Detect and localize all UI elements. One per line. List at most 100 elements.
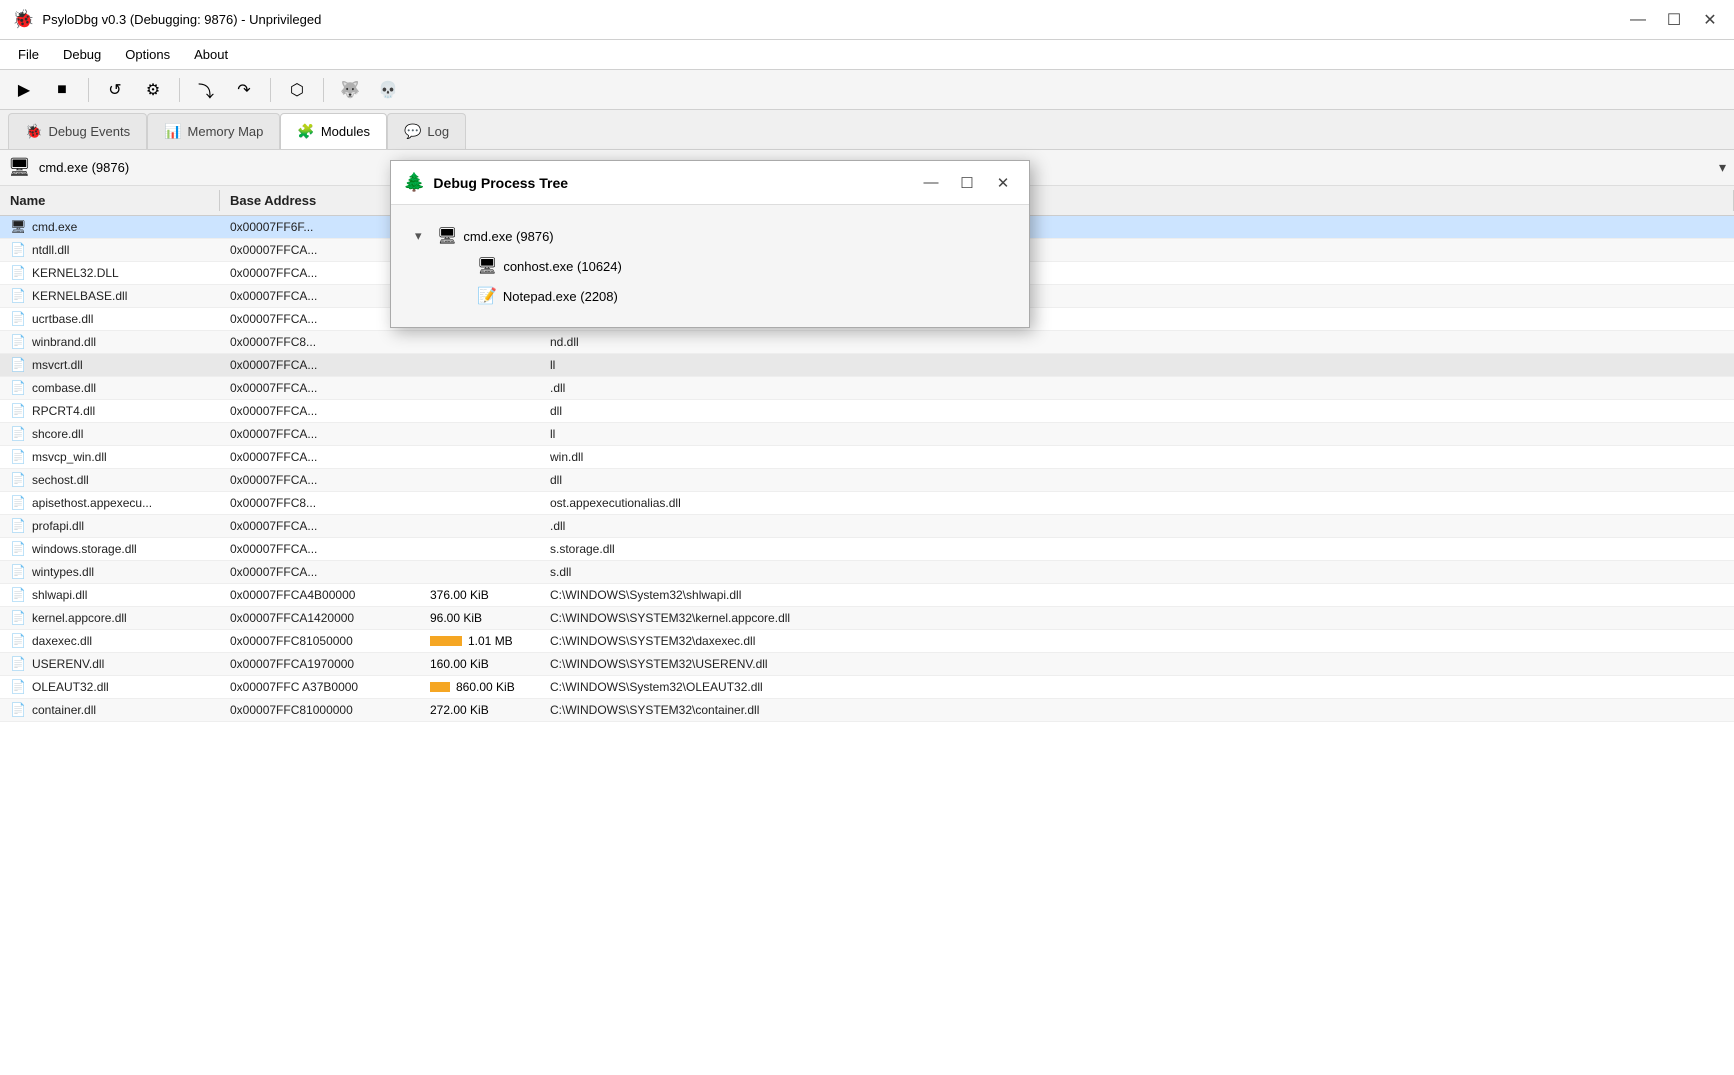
wolf-button[interactable]: 🐺 <box>334 75 366 105</box>
cell-base-address: 0x00007FFCA... <box>220 378 420 398</box>
dialog-close-button[interactable]: ✕ <box>989 171 1017 195</box>
row-icon: 📄 <box>10 541 28 557</box>
row-icon: 📄 <box>10 403 28 419</box>
table-row[interactable]: 📄msvcrt.dll0x00007FFCA...ll <box>0 354 1734 377</box>
menu-debug[interactable]: Debug <box>53 44 111 65</box>
settings-button[interactable]: ⚙ <box>137 75 169 105</box>
table-row[interactable]: 📄windows.storage.dll0x00007FFCA...s.stor… <box>0 538 1734 561</box>
cell-path: .dll <box>540 516 1734 536</box>
tab-debug-events[interactable]: 🐞 Debug Events <box>8 113 147 149</box>
cell-size <box>420 431 540 437</box>
tab-log[interactable]: 💬 Log <box>387 113 466 149</box>
table-row[interactable]: 📄daxexec.dll0x00007FFC810500001.01 MBC:\… <box>0 630 1734 653</box>
table-row[interactable]: 📄winbrand.dll0x00007FFC8...nd.dll <box>0 331 1734 354</box>
cell-name: 📄RPCRT4.dll <box>0 400 220 422</box>
cell-path: ll <box>540 424 1734 444</box>
close-button[interactable]: ✕ <box>1698 8 1722 32</box>
cell-path: C:\WINDOWS\System32\shlwapi.dll <box>540 585 1734 605</box>
table-row[interactable]: 📄sechost.dll0x00007FFCA...dll <box>0 469 1734 492</box>
dialog-title-bar: 🌲 Debug Process Tree — ☐ ✕ <box>391 161 1029 205</box>
size-bar-indicator <box>430 682 450 692</box>
menu-about[interactable]: About <box>184 44 238 65</box>
row-icon: 📄 <box>10 334 28 350</box>
menu-options[interactable]: Options <box>115 44 180 65</box>
cell-name: 📄ntdll.dll <box>0 239 220 261</box>
step-over-button[interactable]: ↷ <box>228 75 260 105</box>
cell-size <box>420 569 540 575</box>
title-bar: 🐞 PsyloDbg v0.3 (Debugging: 9876) - Unpr… <box>0 0 1734 40</box>
cell-size <box>420 500 540 506</box>
table-row[interactable]: 📄shcore.dll0x00007FFCA...ll <box>0 423 1734 446</box>
tree-cmd-icon: 🖥 <box>437 226 457 246</box>
cell-size <box>420 477 540 483</box>
tree-item-notepad[interactable]: ▾ 📝 Notepad.exe (2208) <box>447 281 1013 311</box>
row-icon: 📄 <box>10 633 28 649</box>
table-row[interactable]: 📄kernel.appcore.dll0x00007FFCA142000096.… <box>0 607 1734 630</box>
table-row[interactable]: 📄apisethost.appexecu...0x00007FFC8...ost… <box>0 492 1734 515</box>
col-name[interactable]: Name <box>0 190 220 211</box>
log-icon: 💬 <box>404 123 421 140</box>
row-icon: 📄 <box>10 610 28 626</box>
cell-name: 📄msvcrt.dll <box>0 354 220 376</box>
cell-size <box>420 385 540 391</box>
tree-notepad-label: Notepad.exe (2208) <box>503 289 618 304</box>
cell-base-address: 0x00007FFCA... <box>220 424 420 444</box>
tree-item-cmd[interactable]: ▾ 🖥 cmd.exe (9876) <box>407 221 1013 251</box>
process-icon: 🖥 <box>8 157 31 178</box>
row-icon: 📄 <box>10 495 28 511</box>
dialog-minimize-button[interactable]: — <box>917 171 945 195</box>
minimize-button[interactable]: — <box>1626 8 1650 32</box>
tree-item-conhost[interactable]: ▾ 🖥 conhost.exe (10624) <box>447 251 1013 281</box>
debug-process-tree-dialog[interactable]: 🌲 Debug Process Tree — ☐ ✕ ▾ 🖥 cmd.exe (… <box>390 160 1030 328</box>
dialog-maximize-button[interactable]: ☐ <box>953 171 981 195</box>
cell-base-address: 0x00007FFCA... <box>220 516 420 536</box>
tree-notepad-icon: 📝 <box>477 286 497 306</box>
cell-path: win.dll <box>540 447 1734 467</box>
cell-size: 272.00 KiB <box>420 700 540 720</box>
table-row[interactable]: 📄RPCRT4.dll0x00007FFCA...dll <box>0 400 1734 423</box>
breakpoint-button[interactable]: ⬡ <box>281 75 313 105</box>
run-button[interactable]: ▶ <box>8 75 40 105</box>
toolbar-separator-1 <box>88 78 89 102</box>
row-icon: 📄 <box>10 564 28 580</box>
skull-button[interactable]: 💀 <box>372 75 404 105</box>
table-row[interactable]: 📄wintypes.dll0x00007FFCA...s.dll <box>0 561 1734 584</box>
step-into-button[interactable]: ⤵ <box>190 75 222 105</box>
stop-button[interactable]: ■ <box>46 75 78 105</box>
row-icon: 📄 <box>10 449 28 465</box>
process-label: cmd.exe (9876) <box>39 160 129 175</box>
cell-name: 📄sechost.dll <box>0 469 220 491</box>
tab-modules[interactable]: 🧩 Modules <box>280 113 387 149</box>
table-row[interactable]: 📄OLEAUT32.dll0x00007FFC A37B0000860.00 K… <box>0 676 1734 699</box>
maximize-button[interactable]: ☐ <box>1662 8 1686 32</box>
menu-file[interactable]: File <box>8 44 49 65</box>
tab-memory-map[interactable]: 📊 Memory Map <box>147 113 280 149</box>
table-row[interactable]: 📄USERENV.dll0x00007FFCA1970000160.00 KiB… <box>0 653 1734 676</box>
row-icon: 📄 <box>10 288 28 304</box>
table-row[interactable]: 📄shlwapi.dll0x00007FFCA4B00000376.00 KiB… <box>0 584 1734 607</box>
table-row[interactable]: 📄container.dll0x00007FFC81000000272.00 K… <box>0 699 1734 722</box>
cell-base-address: 0x00007FFCA... <box>220 401 420 421</box>
cell-name: 📄wintypes.dll <box>0 561 220 583</box>
cell-name: 📄profapi.dll <box>0 515 220 537</box>
table-row[interactable]: 📄profapi.dll0x00007FFCA... .dll <box>0 515 1734 538</box>
toolbar: ▶ ■ ↺ ⚙ ⤵ ↷ ⬡ 🐺 💀 <box>0 70 1734 110</box>
cell-path: C:\WINDOWS\System32\OLEAUT32.dll <box>540 677 1734 697</box>
dialog-controls: — ☐ ✕ <box>917 171 1017 195</box>
cell-name: 📄ucrtbase.dll <box>0 308 220 330</box>
table-row[interactable]: 📄msvcp_win.dll0x00007FFCA...win.dll <box>0 446 1734 469</box>
cell-name: 📄OLEAUT32.dll <box>0 676 220 698</box>
restart-button[interactable]: ↺ <box>99 75 131 105</box>
cell-base-address: 0x00007FFCA4B00000 <box>220 585 420 605</box>
tab-bar: 🐞 Debug Events 📊 Memory Map 🧩 Modules 💬 … <box>0 110 1734 150</box>
cell-base-address: 0x00007FFC A37B0000 <box>220 677 420 697</box>
tree-expand-cmd[interactable]: ▾ <box>415 228 431 244</box>
cell-size: 376.00 KiB <box>420 585 540 605</box>
process-dropdown-button[interactable]: ▾ <box>1719 159 1726 176</box>
cell-size <box>420 339 540 345</box>
tree-conhost-icon: 🖥 <box>477 256 497 276</box>
cell-name: 📄daxexec.dll <box>0 630 220 652</box>
table-row[interactable]: 📄combase.dll0x00007FFCA....dll <box>0 377 1734 400</box>
row-icon: 📄 <box>10 679 28 695</box>
cell-name: 📄kernel.appcore.dll <box>0 607 220 629</box>
